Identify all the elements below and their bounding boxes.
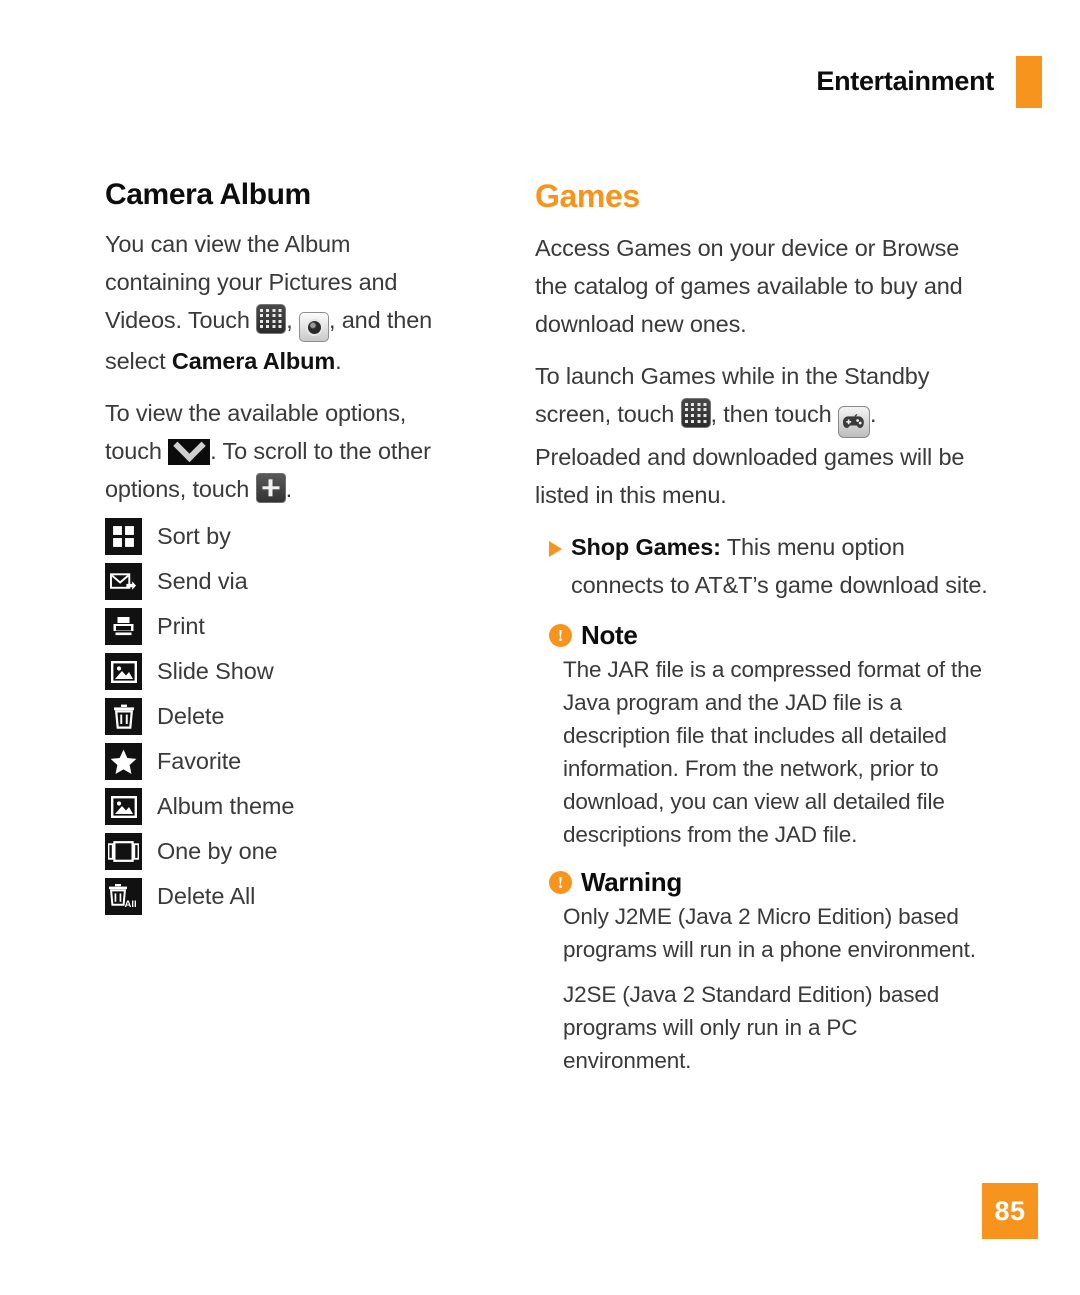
left-column: Camera Album You can view the Album cont… bbox=[0, 178, 470, 1077]
games-paragraph-1: Access Games on your device or Browse th… bbox=[535, 234, 963, 337]
grid-menu-icon bbox=[680, 397, 711, 428]
delete-icon bbox=[105, 698, 142, 735]
warning-body-1: Only J2ME (Java 2 Micro Edition) based p… bbox=[563, 903, 976, 962]
list-item[interactable]: Album theme bbox=[105, 784, 460, 829]
warning-header: ! Warning bbox=[549, 867, 988, 898]
list-item-label: Slide Show bbox=[157, 657, 274, 684]
list-item[interactable]: One by one bbox=[105, 829, 460, 874]
svg-text:All: All bbox=[125, 899, 137, 910]
list-item-label: Album theme bbox=[157, 792, 295, 819]
page-number-badge: 85 bbox=[982, 1183, 1038, 1239]
header-title: Entertainment bbox=[816, 65, 994, 96]
list-item-label: Send via bbox=[157, 567, 248, 594]
list-item-label: Delete bbox=[157, 702, 225, 729]
note-title: Note bbox=[581, 619, 638, 650]
shop-games-label: Shop Games: bbox=[571, 533, 721, 560]
list-item-label: Delete All bbox=[157, 882, 256, 909]
paragraph-text: . bbox=[285, 476, 293, 502]
slide-show-icon bbox=[105, 653, 142, 690]
exclamation-circle-icon: ! bbox=[549, 623, 572, 647]
list-item-label: Print bbox=[157, 612, 205, 639]
list-item-label: One by one bbox=[157, 837, 278, 864]
album-theme-icon bbox=[105, 788, 142, 825]
delete-all-icon: All bbox=[105, 878, 142, 915]
right-column: Games Access Games on your device or Bro… bbox=[470, 178, 1030, 1077]
note-header: ! Note bbox=[549, 620, 988, 651]
plus-icon bbox=[255, 473, 286, 503]
one-by-one-icon bbox=[105, 833, 142, 870]
list-item[interactable]: Print bbox=[105, 604, 460, 649]
warning-body-2: J2SE (Java 2 Standard Edition) based pro… bbox=[563, 981, 940, 1073]
warning-title: Warning bbox=[581, 866, 682, 897]
list-item[interactable]: Send via bbox=[105, 559, 460, 604]
gamepad-icon bbox=[837, 405, 870, 438]
warning-callout: ! Warning Only J2ME (Java 2 Micro Editio… bbox=[535, 867, 988, 1077]
send-via-icon bbox=[105, 563, 142, 600]
bullet-text: Shop Games: This menu option connects to… bbox=[571, 528, 988, 604]
games-heading: Games bbox=[535, 178, 640, 214]
print-icon bbox=[105, 608, 142, 645]
camera-album-bold-term: Camera Album bbox=[171, 348, 336, 374]
camera-icon bbox=[299, 312, 329, 342]
note-body: The JAR file is a compressed format of t… bbox=[563, 656, 982, 847]
triangle-bullet-icon bbox=[549, 540, 562, 557]
header-accent-bar bbox=[1016, 56, 1042, 108]
sort-by-icon bbox=[105, 518, 142, 555]
chevron-down-icon bbox=[168, 429, 211, 465]
camera-album-paragraph-2: To view the available options, touch . T… bbox=[105, 394, 460, 508]
note-callout: ! Note The JAR file is a compressed form… bbox=[535, 620, 988, 851]
list-item[interactable]: Slide Show bbox=[105, 649, 460, 694]
camera-album-paragraph-1: You can view the Album containing your P… bbox=[105, 225, 460, 381]
comma-separator: , bbox=[286, 306, 293, 333]
camera-album-options-list: Sort by Send via Print Slide Show Delete… bbox=[105, 514, 460, 919]
grid-menu-icon bbox=[256, 303, 287, 334]
content-columns: Camera Album You can view the Album cont… bbox=[0, 178, 1080, 1077]
camera-album-heading: Camera Album bbox=[105, 178, 311, 211]
list-item-label: Favorite bbox=[157, 747, 242, 774]
page-header: Entertainment bbox=[0, 56, 1080, 108]
list-item[interactable]: Favorite bbox=[105, 739, 460, 784]
games-paragraph-2: To launch Games while in the Standby scr… bbox=[535, 357, 988, 514]
list-item[interactable]: All Delete All bbox=[105, 874, 460, 919]
exclamation-circle-icon: ! bbox=[549, 870, 572, 894]
paragraph-text: , then touch bbox=[710, 400, 832, 427]
list-item[interactable]: Sort by bbox=[105, 514, 460, 559]
paragraph-text: . bbox=[335, 348, 342, 374]
list-item-label: Sort by bbox=[157, 522, 231, 549]
list-item[interactable]: Delete bbox=[105, 694, 460, 739]
favorite-star-icon bbox=[105, 743, 142, 780]
shop-games-bullet: Shop Games: This menu option connects to… bbox=[535, 528, 988, 604]
